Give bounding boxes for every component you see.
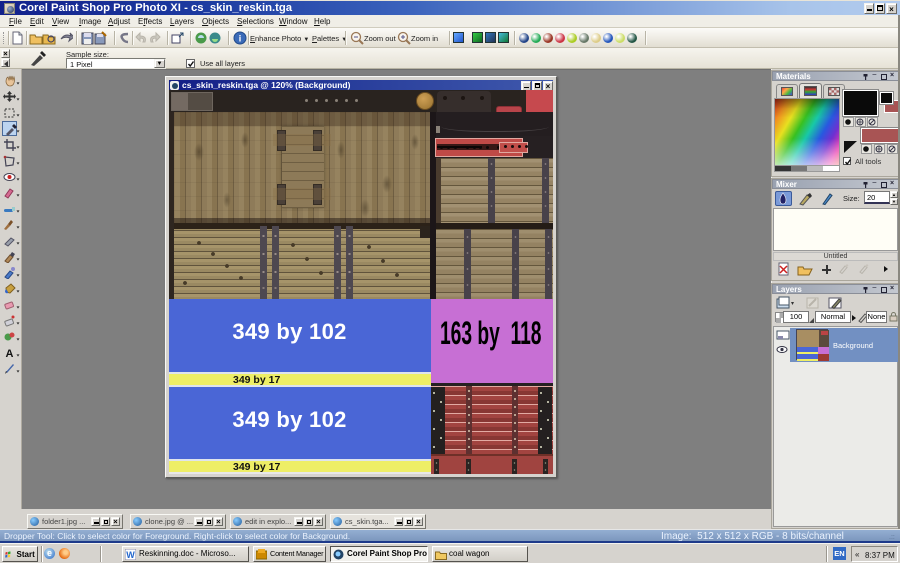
svg-text:A: A xyxy=(6,348,14,359)
svg-text:W: W xyxy=(126,550,135,560)
svg-text:i: i xyxy=(239,34,242,44)
